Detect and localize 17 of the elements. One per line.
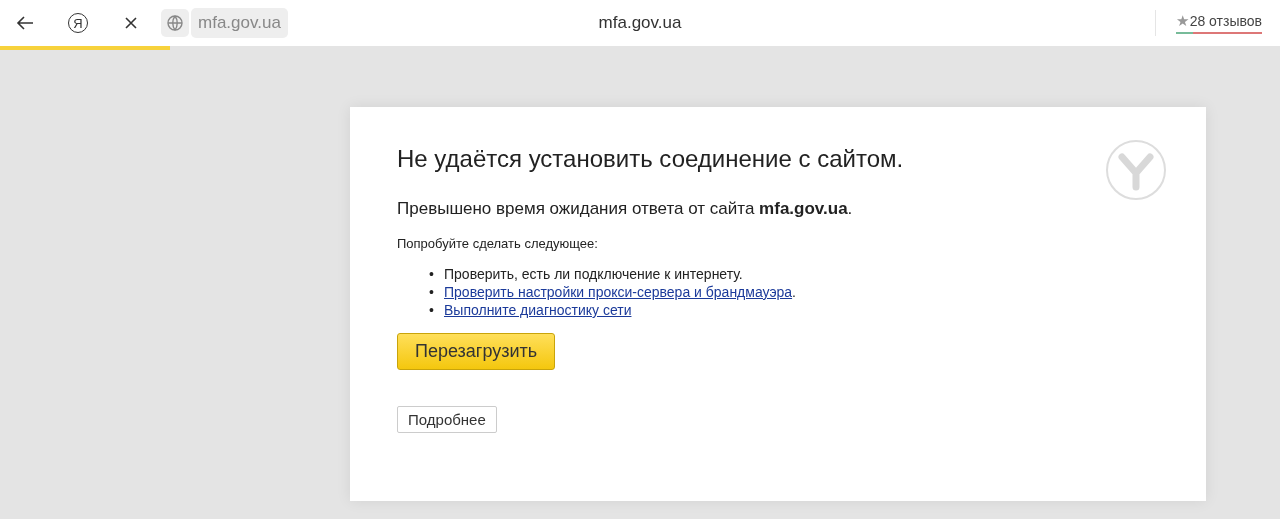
suggestion-item: Проверить, есть ли подключение к интернету. <box>444 265 743 283</box>
bullet-mark: • <box>429 265 435 283</box>
back-icon[interactable] <box>15 15 35 31</box>
close-icon[interactable] <box>124 16 138 30</box>
error-message: Превышено время ожидания ответа от сайта mfa.gov.ua. <box>397 199 854 219</box>
reviews-link[interactable]: ★28 отзывов <box>1175 12 1262 34</box>
error-heading: Не удаётся установить соединение с сайтом. <box>397 145 905 173</box>
browser-logo-icon <box>1105 139 1167 201</box>
reload-button[interactable]: Перезагрузить <box>397 333 556 370</box>
globe-icon[interactable] <box>161 9 189 37</box>
period-text: . <box>792 283 796 301</box>
bullet-mark: • <box>429 301 435 319</box>
suggestion-link[interactable]: Выполните диагностику сети <box>444 301 632 319</box>
bullet-mark: • <box>429 283 435 301</box>
details-button[interactable]: Подробнее <box>397 406 497 433</box>
page-title: mfa.gov.ua <box>598 13 682 33</box>
suggestion-text: Попробуйте сделать следующее: <box>397 236 599 251</box>
